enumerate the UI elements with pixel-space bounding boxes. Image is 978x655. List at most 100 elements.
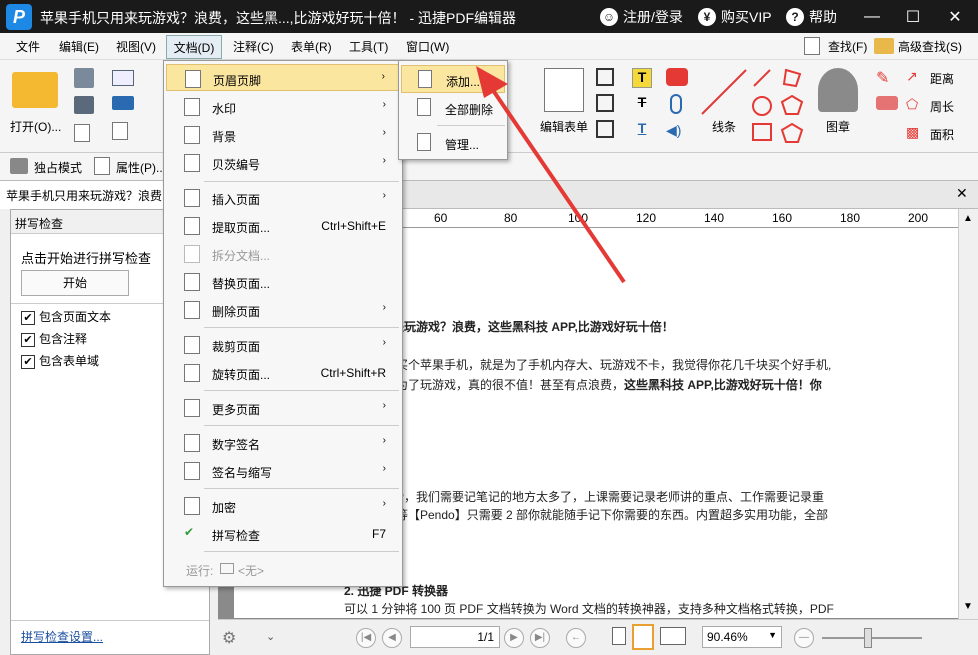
run-box-icon xyxy=(220,563,234,574)
menu-window[interactable]: 窗口(W) xyxy=(406,38,449,55)
pen-icon[interactable]: ✎ xyxy=(876,68,898,87)
menu-watermark[interactable]: 水印 › xyxy=(166,93,400,120)
chevron-right-icon: › xyxy=(382,127,386,138)
note-icon[interactable] xyxy=(666,68,688,86)
menu-bates-numbering[interactable]: 贝茨编号 › xyxy=(166,149,400,176)
strikeout-icon[interactable]: T xyxy=(632,94,652,114)
menu-label: 插入页面 xyxy=(212,193,261,207)
facing-pages-icon[interactable] xyxy=(660,627,686,645)
zoom-out-button[interactable]: — xyxy=(794,628,814,648)
single-page-icon[interactable] xyxy=(612,627,626,645)
sound-icon[interactable]: ◀) xyxy=(666,122,688,138)
stamp-button[interactable]: 图章 xyxy=(826,118,850,135)
advanced-find-button[interactable]: 高级查找(S) xyxy=(898,38,962,55)
option-form-fields-label: 包含表单域 xyxy=(39,354,100,368)
doc-paragraph: 等【Pendo】只需要 2 部你就能随手记下你需要的东西。内置超多实用功能，全部 xyxy=(396,508,829,522)
menu-form[interactable]: 表单(R) xyxy=(291,38,332,55)
menu-encrypt[interactable]: 加密 › xyxy=(166,492,400,519)
attachment-icon[interactable] xyxy=(670,94,682,114)
delete-page-icon xyxy=(184,301,200,319)
email-icon[interactable] xyxy=(112,70,134,86)
menu-sign-initial[interactable]: 签名与缩写 › xyxy=(166,457,400,484)
option-comments[interactable]: ✔ 包含注释 xyxy=(21,330,87,347)
ruler-tick: 160 xyxy=(772,211,793,225)
menu-file[interactable]: 文件 xyxy=(16,38,40,55)
menu-label: 水印 xyxy=(212,102,237,116)
find-button[interactable]: 查找(F) xyxy=(828,38,867,55)
minimize-button[interactable]: — xyxy=(852,0,892,33)
menu-insert-page[interactable]: 插入页面 › xyxy=(166,184,400,211)
close-tab-icon[interactable]: ✕ xyxy=(956,185,968,202)
menu-spell-check[interactable]: ✔ 拼写检查 F7 xyxy=(166,520,400,547)
properties-icon xyxy=(94,157,110,175)
menu-document[interactable]: 文档(D) xyxy=(166,35,222,59)
buy-vip-button[interactable]: ¥ 购买VIP xyxy=(698,6,772,28)
zoom-select[interactable]: 90.46% ▼ xyxy=(702,626,782,648)
add-icon xyxy=(418,70,432,88)
maximize-button[interactable]: ☐ xyxy=(893,0,933,33)
perimeter-button[interactable]: 周长 xyxy=(930,98,954,115)
first-page-button[interactable]: |◀ xyxy=(356,628,376,648)
settings-gear-icon[interactable]: ⚙ xyxy=(222,628,236,648)
document-menu: 页眉页脚 › 水印 › 背景 › 贝茨编号 › 插入页面 › 提取页面... Ctrl+Sh… xyxy=(163,60,403,587)
zoom-slider-thumb[interactable] xyxy=(864,628,872,648)
shortcut-label: Ctrl+Shift+R xyxy=(320,366,386,380)
menu-edit[interactable]: 编辑(E) xyxy=(59,38,99,55)
menu-separator xyxy=(204,327,399,328)
scroll-up-icon[interactable]: ▲ xyxy=(963,213,973,224)
continuous-page-icon[interactable] xyxy=(632,624,654,650)
doc-paragraph: P，我们需要记笔记的地方太多了，上课需要记录老师讲的重点、工作需要记录重 xyxy=(396,490,825,504)
menu-rotate-page[interactable]: 旋转页面... Ctrl+Shift+R xyxy=(166,359,400,386)
bates-icon xyxy=(184,154,200,172)
next-page-button[interactable]: ▶ xyxy=(504,628,524,648)
open-button[interactable]: 打开(O)... xyxy=(10,118,61,135)
prev-page-button[interactable]: ◀ xyxy=(382,628,402,648)
scroll-down-icon[interactable]: ▼ xyxy=(963,601,973,612)
properties-button[interactable]: 属性(P)... xyxy=(116,159,166,176)
exclusive-mode-button[interactable]: 独占模式 xyxy=(34,159,82,176)
chevron-down-icon[interactable]: ⌄ xyxy=(266,630,275,643)
menu-comment[interactable]: 注释(C) xyxy=(233,38,274,55)
save-icon[interactable] xyxy=(74,68,94,88)
menu-delete-page[interactable]: 删除页面 › xyxy=(166,296,400,323)
shortcut-label: F7 xyxy=(371,527,386,541)
help-button[interactable]: ? 帮助 xyxy=(786,6,837,28)
close-window-button[interactable]: ✕ xyxy=(935,0,975,33)
new-doc-icon[interactable] xyxy=(112,122,128,140)
app-logo-icon: P xyxy=(6,4,32,30)
option-page-text[interactable]: ✔ 包含页面文本 xyxy=(21,308,111,325)
ruler-tick: 140 xyxy=(704,211,725,225)
typewriter-icon[interactable]: T xyxy=(632,68,652,88)
menu-header-footer[interactable]: 页眉页脚 › xyxy=(166,64,400,91)
doc-paragraph: 为了玩游戏，真的很不值！甚至有点浪费，这些黑科技 APP,比游戏好玩十倍！你 xyxy=(396,376,822,393)
menu-background[interactable]: 背景 › xyxy=(166,121,400,148)
print-icon[interactable] xyxy=(74,96,94,114)
menu-replace-page[interactable]: 替换页面... xyxy=(166,268,400,295)
area-button[interactable]: 面积 xyxy=(930,126,954,143)
last-page-button[interactable]: ▶| xyxy=(530,628,550,648)
eraser-icon[interactable] xyxy=(876,96,898,110)
ruler-tick: 200 xyxy=(908,211,929,225)
spell-settings-link[interactable]: 拼写检查设置... xyxy=(21,628,103,645)
scan-icon[interactable] xyxy=(112,96,134,110)
zoom-slider-track[interactable] xyxy=(822,637,922,639)
menu-more-pages[interactable]: 更多页面 › xyxy=(166,394,400,421)
export-icon[interactable] xyxy=(74,124,90,142)
menu-crop-page[interactable]: 裁剪页面 › xyxy=(166,331,400,358)
distance-button[interactable]: 距离 xyxy=(930,70,954,87)
vertical-scrollbar[interactable]: ▲ ▼ xyxy=(958,209,978,619)
menu-tools[interactable]: 工具(T) xyxy=(349,38,388,55)
back-button[interactable]: ← xyxy=(566,628,586,648)
option-form-fields[interactable]: ✔ 包含表单域 xyxy=(21,352,99,369)
menu-digital-signature[interactable]: 数字签名 › xyxy=(166,429,400,456)
login-button[interactable]: ☺ 注册/登录 xyxy=(600,6,683,28)
underline-icon[interactable]: T xyxy=(632,120,652,140)
page-number-input[interactable]: 1/1 xyxy=(410,626,500,648)
spell-start-button[interactable]: 开始 xyxy=(21,270,129,296)
menu-extract-page[interactable]: 提取页面... Ctrl+Shift+E xyxy=(166,212,400,239)
line-button[interactable]: 线条 xyxy=(712,118,736,135)
chevron-right-icon: › xyxy=(382,190,386,201)
shape-tools-icon[interactable] xyxy=(750,66,810,146)
menu-separator xyxy=(204,488,399,489)
menu-view[interactable]: 视图(V) xyxy=(116,38,156,55)
